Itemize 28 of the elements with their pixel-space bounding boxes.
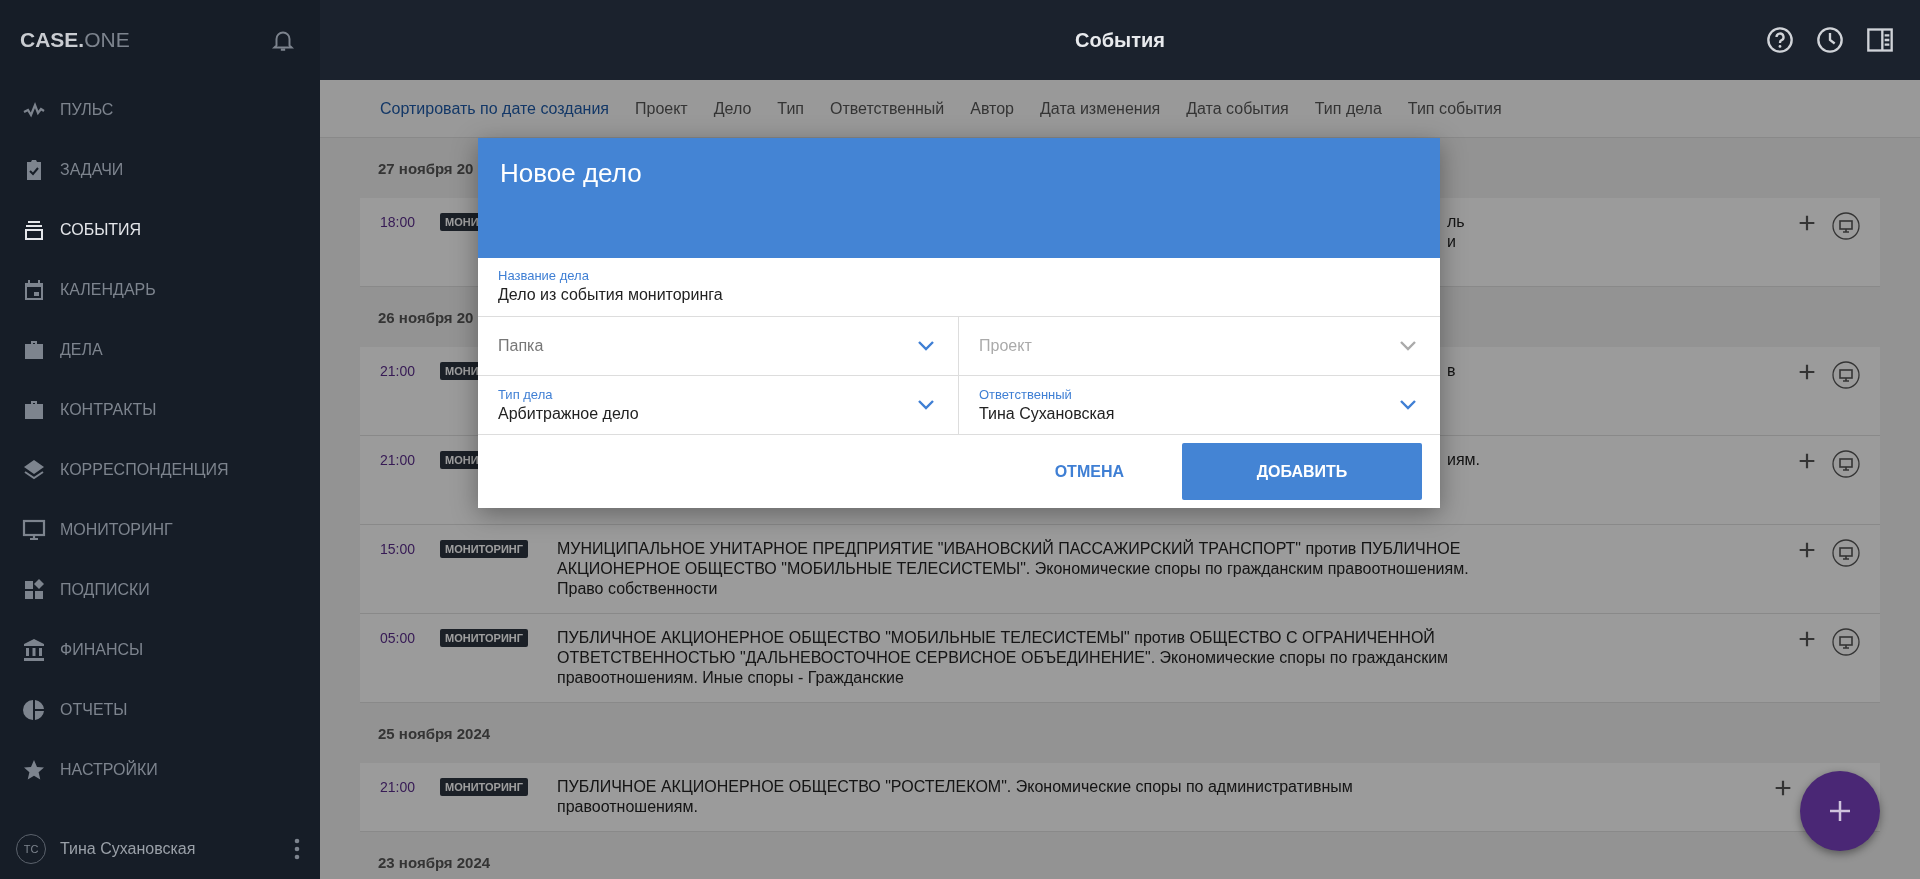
event-description: правоотношениям. Иные споры - Гражданские <box>557 668 904 688</box>
event-time: 15:00 <box>380 541 416 557</box>
event-description: ль <box>1447 212 1465 232</box>
event-description: правоотношениям. <box>557 797 698 817</box>
event-time: 18:00 <box>380 214 416 230</box>
event-description: ПУБЛИЧНОЕ АКЦИОНЕРНОЕ ОБЩЕСТВО "МОБИЛЬНЫЕ ТЕЛЕСИСТЕМЫ" против ОБЩЕСТВО С ОГРАНИЧЕННОЙ <box>557 628 1435 648</box>
page-title: События <box>1075 28 1165 52</box>
event-time: 21:00 <box>380 363 416 379</box>
event-description: АКЦИОНЕРНОЕ ОБЩЕСТВО "МОБИЛЬНЫЕ ТЕЛЕСИСТЕМЫ". Экономические споры по гражданским правоотношениям. <box>557 559 1469 579</box>
event-description: и <box>1447 232 1456 252</box>
event-time: 21:00 <box>380 452 416 468</box>
event-description: в <box>1447 361 1456 381</box>
event-description: иям. <box>1447 450 1481 470</box>
event-description: МУНИЦИПАЛЬНОЕ УНИТАРНОЕ ПРЕДПРИЯТИЕ "ИВАНОВСКИЙ ПАССАЖИРСКИЙ ТРАНСПОРТ" против ПУБЛИЧНОЕ <box>557 539 1461 559</box>
date-heading: 27 ноября 20 <box>378 159 474 177</box>
date-heading: 25 ноября 2024 <box>378 724 491 742</box>
event-time: 21:00 <box>380 779 416 795</box>
event-time: 05:00 <box>380 630 416 646</box>
event-description: Право собственности <box>557 579 718 599</box>
date-heading: 26 ноября 20 <box>378 308 474 326</box>
dialog-title: Новое дело <box>500 158 642 188</box>
event-description: ПУБЛИЧНОЕ АКЦИОНЕРНОЕ ОБЩЕСТВО "РОСТЕЛЕКОМ". Экономические споры по административным <box>557 777 1353 797</box>
event-description: ОТВЕТСТВЕННОСТЬЮ "ДАЛЬНЕВОСТОЧНОЕ СЕРВИСНОЕ ОБЪЕДИНЕНИЕ". Экономические споры по гражданским <box>557 648 1449 668</box>
monitoring-tag: МОНИТОРИНГ <box>440 540 528 558</box>
user-name: Тина Сухановская <box>60 840 197 858</box>
monitoring-tag: МОНИТОРИНГ <box>440 629 528 647</box>
date-heading: 23 ноября 2024 <box>378 853 491 871</box>
monitoring-tag: МОНИТОРИНГ <box>440 778 528 796</box>
